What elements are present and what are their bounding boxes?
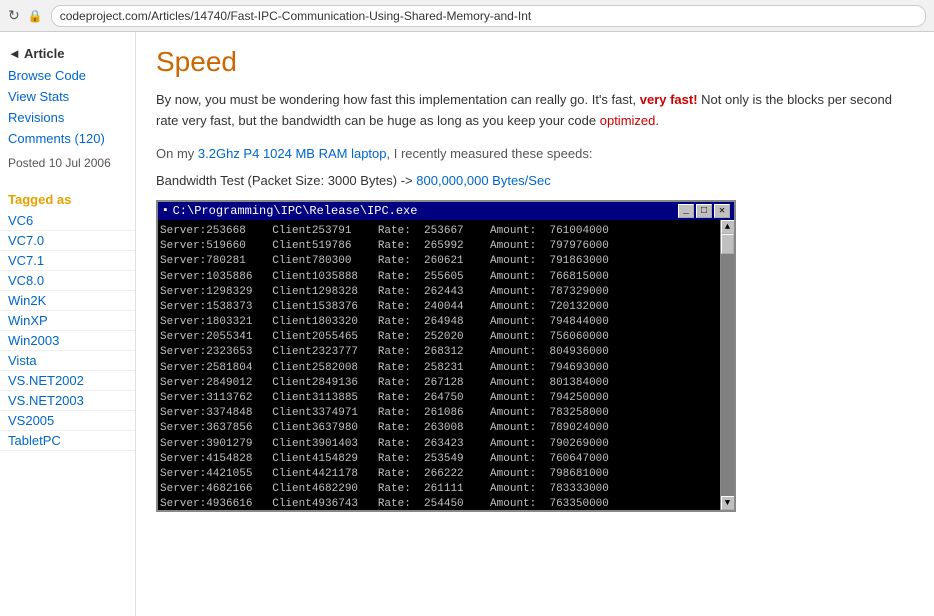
intro-very-fast: very fast! bbox=[640, 92, 698, 107]
sidebar-tagged-section: Tagged as VC6 VC7.0 VC7.1 VC8.0 Win2K Wi… bbox=[0, 182, 135, 455]
lock-icon: 🔒 bbox=[28, 9, 43, 23]
tag-win2k[interactable]: Win2K bbox=[0, 291, 135, 311]
scroll-down-arrow[interactable]: ▼ bbox=[721, 496, 735, 510]
scroll-track bbox=[721, 234, 734, 496]
article-heading: Speed bbox=[156, 46, 914, 78]
tag-vc80[interactable]: VC8.0 bbox=[0, 271, 135, 291]
sidebar-item-view-stats[interactable]: View Stats bbox=[0, 86, 135, 107]
console-line: Server:780281 Client780300 Rate: 260621 … bbox=[160, 254, 732, 269]
measured-paragraph: On my 3.2Ghz P4 1024 MB RAM laptop, I re… bbox=[156, 144, 914, 164]
scroll-up-arrow[interactable]: ▲ bbox=[721, 220, 735, 234]
console-line: Server:2849012 Client2849136 Rate: 26712… bbox=[160, 376, 732, 391]
console-close-button[interactable]: ✕ bbox=[714, 204, 730, 218]
posted-date: Posted 10 Jul 2006 bbox=[0, 149, 135, 178]
console-restore-button[interactable]: □ bbox=[696, 204, 712, 218]
page-layout: ◄ Article Browse Code View Stats Revisio… bbox=[0, 32, 934, 616]
main-content: Speed By now, you must be wondering how … bbox=[136, 32, 934, 616]
tag-winxp[interactable]: WinXP bbox=[0, 311, 135, 331]
sidebar: ◄ Article Browse Code View Stats Revisio… bbox=[0, 32, 136, 616]
console-minimize-button[interactable]: _ bbox=[678, 204, 694, 218]
tag-vc6[interactable]: VC6 bbox=[0, 211, 135, 231]
tag-tabletpc[interactable]: TabletPC bbox=[0, 431, 135, 451]
console-body: Server:253668 Client253791 Rate: 253667 … bbox=[158, 220, 734, 510]
tag-vsnet2003[interactable]: VS.NET2003 bbox=[0, 391, 135, 411]
console-line: Server:3637856 Client3637980 Rate: 26300… bbox=[160, 421, 732, 436]
tagged-as-label: Tagged as bbox=[0, 186, 135, 211]
intro-paragraph: By now, you must be wondering how fast t… bbox=[156, 90, 914, 132]
tag-vs2005[interactable]: VS2005 bbox=[0, 411, 135, 431]
scroll-thumb[interactable] bbox=[721, 234, 734, 254]
console-line: Server:3113762 Client3113885 Rate: 26475… bbox=[160, 391, 732, 406]
console-line: Server:4421055 Client4421178 Rate: 26622… bbox=[160, 467, 732, 482]
measured-hardware: 3.2Ghz P4 1024 MB RAM laptop bbox=[198, 146, 387, 161]
tag-vc70[interactable]: VC7.0 bbox=[0, 231, 135, 251]
tag-vista[interactable]: Vista bbox=[0, 351, 135, 371]
measured-after: , I recently measured these speeds: bbox=[387, 146, 593, 161]
console-line: Server:1298329 Client1298328 Rate: 26244… bbox=[160, 285, 732, 300]
console-line: Server:4154828 Client4154829 Rate: 25354… bbox=[160, 452, 732, 467]
intro-text-before: By now, you must be wondering how fast t… bbox=[156, 92, 640, 107]
console-scrollbar[interactable]: ▲ ▼ bbox=[720, 220, 734, 510]
bandwidth-paragraph: Bandwidth Test (Packet Size: 3000 Bytes)… bbox=[156, 173, 914, 188]
console-line: Server:2581804 Client2582008 Rate: 25823… bbox=[160, 361, 732, 376]
console-line: Server:519660 Client519786 Rate: 265992 … bbox=[160, 239, 732, 254]
console-line: Server:1035886 Client1035888 Rate: 25560… bbox=[160, 270, 732, 285]
refresh-icon[interactable]: ↻ bbox=[8, 7, 20, 24]
sidebar-article-title: ◄ Article bbox=[0, 40, 135, 65]
console-line: Server:253668 Client253791 Rate: 253667 … bbox=[160, 224, 732, 239]
bandwidth-before: Bandwidth Test (Packet Size: 3000 Bytes)… bbox=[156, 173, 416, 188]
sidebar-article-section: ◄ Article Browse Code View Stats Revisio… bbox=[0, 32, 135, 182]
measured-before: On my bbox=[156, 146, 198, 161]
console-window: ▪ C:\Programming\IPC\Release\IPC.exe _ □… bbox=[156, 200, 736, 512]
console-icon: ▪ bbox=[162, 205, 169, 217]
console-line: Server:1538373 Client1538376 Rate: 24004… bbox=[160, 300, 732, 315]
console-line: Server:4936616 Client4936743 Rate: 25445… bbox=[160, 497, 732, 510]
console-line: Server:2323653 Client2323777 Rate: 26831… bbox=[160, 345, 732, 360]
console-line: Server:4682166 Client4682290 Rate: 26111… bbox=[160, 482, 732, 497]
intro-optimized: optimized bbox=[600, 113, 656, 128]
address-bar[interactable] bbox=[51, 5, 926, 27]
console-line: Server:1803321 Client1803320 Rate: 26494… bbox=[160, 315, 732, 330]
console-title: C:\Programming\IPC\Release\IPC.exe bbox=[173, 204, 678, 218]
tag-vc71[interactable]: VC7.1 bbox=[0, 251, 135, 271]
sidebar-item-comments[interactable]: Comments (120) bbox=[0, 128, 135, 149]
tag-win2003[interactable]: Win2003 bbox=[0, 331, 135, 351]
console-line: Server:3901279 Client3901403 Rate: 26342… bbox=[160, 437, 732, 452]
intro-text-end: . bbox=[655, 113, 659, 128]
console-lines: Server:253668 Client253791 Rate: 253667 … bbox=[160, 224, 732, 510]
tag-vsnet2002[interactable]: VS.NET2002 bbox=[0, 371, 135, 391]
console-line: Server:2055341 Client2055465 Rate: 25202… bbox=[160, 330, 732, 345]
sidebar-arrow: ◄ bbox=[8, 46, 21, 61]
sidebar-item-browse-code[interactable]: Browse Code bbox=[0, 65, 135, 86]
console-line: Server:3374848 Client3374971 Rate: 26108… bbox=[160, 406, 732, 421]
console-titlebar: ▪ C:\Programming\IPC\Release\IPC.exe _ □… bbox=[158, 202, 734, 220]
console-controls: _ □ ✕ bbox=[678, 204, 730, 218]
sidebar-item-revisions[interactable]: Revisions bbox=[0, 107, 135, 128]
browser-toolbar: ↻ 🔒 bbox=[0, 0, 934, 32]
bandwidth-value: 800,000,000 Bytes/Sec bbox=[416, 173, 550, 188]
sidebar-article-label: Article bbox=[24, 46, 64, 61]
